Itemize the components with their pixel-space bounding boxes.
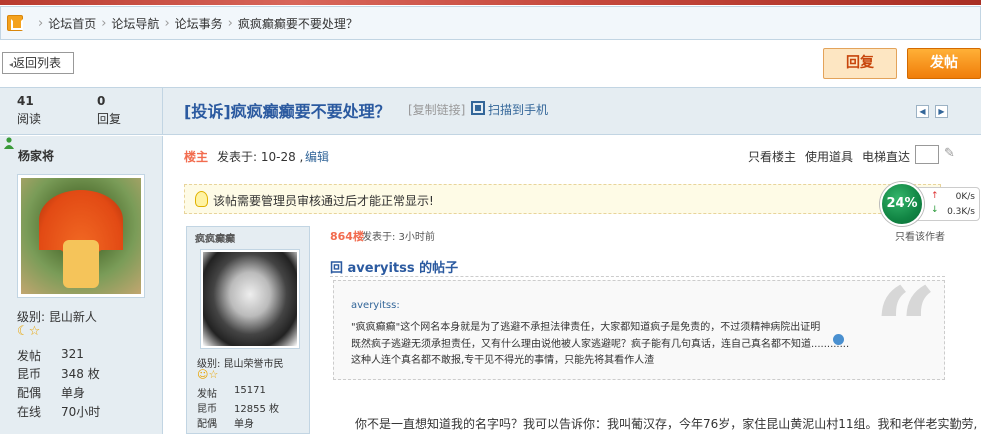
- post-time: 发表于: 10-28 ,: [217, 150, 304, 164]
- stat-value: 单身: [61, 386, 86, 400]
- elevator-input[interactable]: [915, 145, 939, 164]
- reply-floor-number: 864楼: [330, 230, 364, 243]
- stat-label: 配偶: [17, 386, 42, 400]
- views-count: 41: [17, 94, 34, 108]
- only-floor-link[interactable]: 只看楼主: [748, 148, 796, 165]
- home-icon[interactable]: [7, 15, 23, 31]
- stat-value: 12855 枚: [234, 404, 279, 415]
- next-thread-icon[interactable]: ▶: [935, 105, 948, 118]
- thread-stats: 41 阅读 0 回复: [0, 88, 163, 134]
- quote-line: "疯疯癫癫"这个网名本身就是为了逃避不承担法律责任，大家都知道疯子是免责的，不过…: [351, 322, 821, 333]
- reply-author-name[interactable]: 疯疯癫癫: [195, 230, 235, 245]
- stat-value: 单身: [234, 419, 254, 430]
- stat-value: 321: [61, 347, 84, 361]
- chevron-right-icon: ›: [101, 15, 107, 31]
- author-avatar[interactable]: [17, 174, 145, 298]
- thread-header: 41 阅读 0 回复 [投诉]疯疯癫癫要不要处理？ [复制链接] 扫描到手机 ◀…: [0, 87, 981, 135]
- reply-author-badge-icon: ☺☆: [197, 368, 219, 381]
- author-sidebar: 杨家将 级别: 昆山新人 ☾☆ 发帖 321 昆币 348 枚 配偶 单身 在线…: [0, 136, 163, 434]
- back-to-list-button[interactable]: ◂返回列表: [2, 52, 74, 74]
- chevron-right-icon: ›: [227, 15, 233, 31]
- qr-code-icon[interactable]: [471, 101, 485, 115]
- stat-label: 发帖: [17, 349, 42, 363]
- upload-speed: 0K/s: [955, 192, 975, 202]
- thread-title: [投诉]疯疯癫癫要不要处理？: [184, 102, 391, 121]
- breadcrumb-item-affairs[interactable]: 论坛事务: [175, 15, 223, 32]
- memory-percent: 24%: [880, 182, 924, 226]
- breadcrumb-item-nav[interactable]: 论坛导航: [111, 15, 159, 32]
- lightbulb-icon: [195, 191, 208, 207]
- quote-author: averyitss:: [351, 300, 400, 311]
- views-label: 阅读: [17, 112, 42, 126]
- floor-label: 楼主: [184, 150, 209, 164]
- quote-line: 这种人连个真名都不敢报,专干见不得光的事情，只能先将其看作人渣: [351, 355, 655, 366]
- jump-to-quote-icon[interactable]: [833, 334, 844, 345]
- elevator-label: 电梯直达: [862, 150, 911, 164]
- download-arrow-icon: ↓: [931, 205, 939, 215]
- upload-arrow-icon: ↑: [931, 191, 939, 201]
- reply-author-card: 疯疯癫癫 级别: 昆山荣誉市民 ☺☆ 发帖 15171 昆币 12855 枚 配…: [186, 226, 310, 434]
- author-level: 级别: 昆山新人: [17, 310, 97, 324]
- reply-time: 发表于: 3小时前: [362, 232, 435, 243]
- network-speed-widget[interactable]: ↑ 0K/s ↓ 0.3K/s 24%: [880, 182, 980, 226]
- breadcrumb: › 论坛首页 › 论坛导航 › 论坛事务 › 疯疯癫癫要不要处理？: [0, 6, 981, 40]
- quote-line: 既然疯子逃避无须承担责任，又有什么理由说他被人家逃避呢？疯子能有几句真话，连自己…: [351, 339, 850, 350]
- reply-title: 回 averyitss 的帖子: [330, 261, 459, 276]
- stat-value: 70小时: [61, 405, 101, 419]
- author-name[interactable]: 杨家将: [18, 147, 54, 164]
- stat-label: 昆币: [197, 404, 217, 415]
- chevron-right-icon: ›: [38, 15, 44, 31]
- scan-to-phone-link[interactable]: 扫描到手机: [488, 101, 548, 118]
- back-label: 返回列表: [13, 56, 62, 70]
- stat-label: 昆币: [17, 367, 42, 381]
- edit-link[interactable]: 编辑: [305, 148, 329, 165]
- download-speed: 0.3K/s: [947, 207, 975, 217]
- reply-button[interactable]: 回复: [823, 48, 897, 79]
- breadcrumb-item-thread[interactable]: 疯疯癫癫要不要处理？: [238, 15, 358, 32]
- reply-body: 你不是一直想知道我的名字吗？我可以告诉你：我叫葡汉存，今年76岁，家住昆山黄泥山…: [355, 417, 978, 431]
- stat-value: 348 枚: [61, 367, 100, 381]
- use-tool-link[interactable]: 使用道具: [805, 148, 853, 165]
- stat-label: 配偶: [197, 419, 217, 430]
- replies-label: 回复: [97, 112, 122, 126]
- only-author-link[interactable]: 只看该作者: [895, 228, 945, 243]
- moderation-notice: 该帖需要管理员审核通过后才能正常显示!: [184, 184, 941, 214]
- quote-mark-icon: “: [874, 263, 938, 392]
- stat-value: 15171: [234, 385, 266, 396]
- chevron-right-icon: ›: [164, 15, 170, 31]
- notice-text: 该帖需要管理员审核通过后才能正常显示!: [213, 194, 434, 208]
- copy-link-button[interactable]: [复制链接]: [408, 101, 465, 118]
- breadcrumb-item-home[interactable]: 论坛首页: [48, 15, 96, 32]
- user-icon: [4, 137, 14, 149]
- reply-author-avatar[interactable]: [200, 249, 300, 349]
- prev-thread-icon[interactable]: ◀: [916, 105, 929, 118]
- author-badges-icon: ☾☆: [17, 324, 41, 339]
- stat-label: 在线: [17, 405, 42, 419]
- quote-block: “ averyitss: "疯疯癫癫"这个网名本身就是为了逃避不承担法律责任，大…: [333, 273, 945, 383]
- new-post-button[interactable]: 发帖: [907, 48, 981, 79]
- top-banner-strip: [0, 0, 981, 5]
- divider: [330, 276, 945, 277]
- wrench-icon[interactable]: ✎: [944, 146, 955, 161]
- replies-count: 0: [97, 94, 106, 108]
- stat-label: 发帖: [197, 389, 217, 400]
